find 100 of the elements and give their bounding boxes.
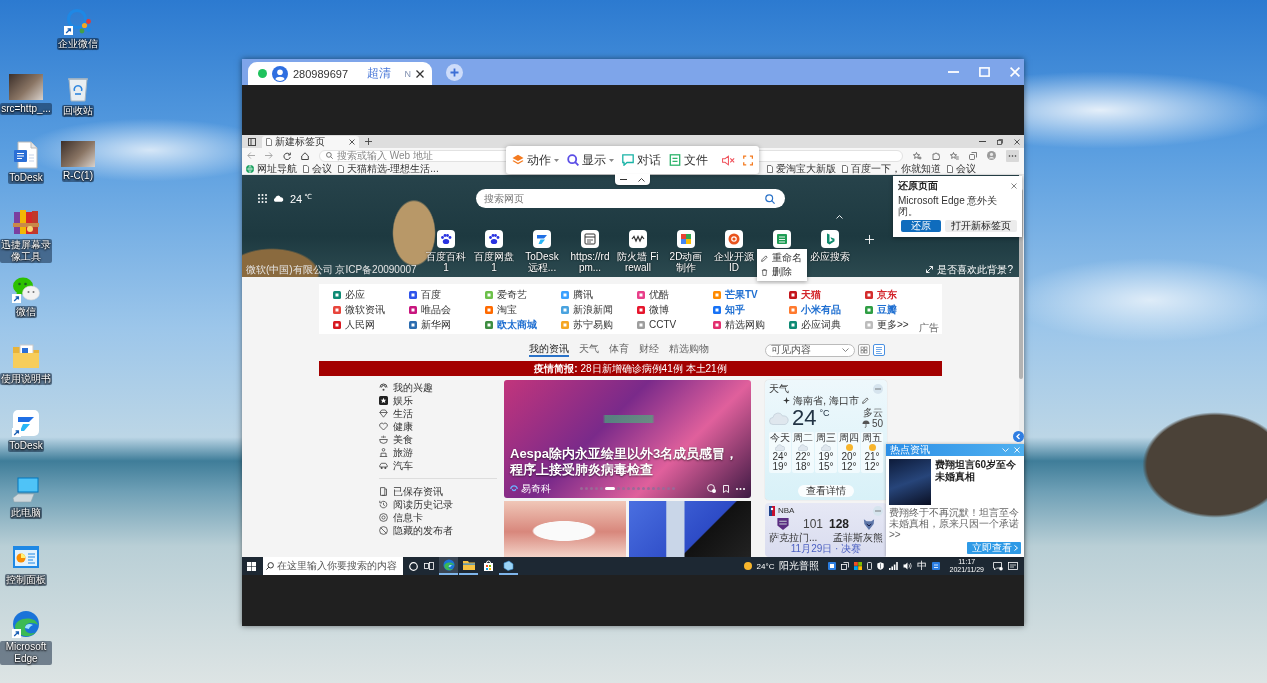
site-link[interactable]: CCTV (637, 317, 677, 332)
feed-tab[interactable]: 我的资讯 (529, 343, 569, 357)
home-icon[interactable] (301, 151, 309, 160)
close-icon[interactable] (349, 139, 355, 145)
site-link[interactable]: 豆瓣 (865, 302, 897, 317)
details-button[interactable]: 查看详情 (798, 485, 854, 497)
back-icon[interactable] (247, 152, 255, 159)
sidebar-item[interactable]: 汽车 (379, 459, 501, 472)
carousel-dot[interactable] (637, 487, 640, 490)
site-link[interactable]: 唯品会 (409, 302, 451, 317)
carousel-dot[interactable] (632, 487, 635, 490)
news-headline[interactable]: 费翔坦言60岁至今未婚真相 (935, 459, 1021, 505)
add-favorite-icon[interactable] (913, 151, 922, 160)
more-icon[interactable] (736, 487, 745, 490)
close-icon[interactable] (1014, 138, 1020, 145)
apps-grid-icon[interactable] (258, 194, 267, 203)
desktop-shortcut[interactable]: 企业微信 (52, 0, 104, 50)
fullscreen-icon[interactable] (742, 154, 753, 166)
sidebar-item[interactable]: 已保存资讯 (379, 485, 501, 498)
carousel-dot[interactable] (590, 487, 593, 490)
maximize-icon[interactable] (979, 67, 990, 77)
site-link[interactable]: 苏宁易购 (561, 317, 613, 332)
favorite-link[interactable]: 爱淘宝大新版 (767, 163, 836, 174)
toolbar-button[interactable]: 文件 (669, 151, 708, 169)
favorite-link[interactable]: 会议 (303, 163, 332, 174)
extension-icon[interactable] (932, 151, 940, 160)
carousel-dot[interactable] (642, 487, 645, 490)
input-method-indicator[interactable]: 中 (917, 559, 928, 573)
app-icon[interactable] (828, 562, 837, 570)
minus-icon[interactable] (620, 179, 628, 180)
desktop-shortcut[interactable]: src=http_... (0, 67, 52, 115)
site-link[interactable]: 爱奇艺 (485, 287, 527, 302)
site-link[interactable]: 欧太商城 (485, 317, 537, 332)
pencil-icon[interactable] (861, 396, 869, 404)
site-link[interactable]: 芒果TV (713, 287, 758, 302)
site-link[interactable]: 百度 (409, 287, 441, 302)
desktop-shortcut[interactable]: 迅捷屏幕录像工具 (0, 201, 52, 263)
tab-actions-icon[interactable] (248, 137, 256, 146)
refresh-icon[interactable] (283, 151, 291, 160)
quick-link[interactable]: ToDesk远程... (521, 230, 563, 273)
feed-tab[interactable]: 财经 (639, 343, 659, 357)
quick-link[interactable]: 百度百科 1 (425, 230, 467, 273)
toolbar-button[interactable]: 动作 (512, 151, 559, 169)
restore-icon[interactable] (997, 138, 1003, 145)
feed-tab[interactable]: 精选购物 (669, 343, 709, 357)
dialog-button[interactable]: 还原 (901, 220, 941, 232)
menu-item[interactable]: 删除 (757, 265, 807, 279)
sidebar-item[interactable]: 隐藏的发布者 (379, 524, 501, 537)
desktop-shortcut[interactable]: 微信 (0, 268, 52, 318)
carousel-dot[interactable] (627, 487, 630, 490)
site-link[interactable]: 优酷 (637, 287, 669, 302)
flag-icon[interactable] (854, 562, 863, 570)
score-card[interactable]: NBA 101 128 萨克拉门... 孟菲斯灰熊 11月29日 · 决赛 (765, 503, 887, 557)
shield-icon[interactable] (877, 562, 885, 570)
feed-tab[interactable]: 天气 (579, 343, 599, 357)
input-icon[interactable] (932, 562, 941, 570)
site-link[interactable]: 新浪新闻 (561, 302, 613, 317)
toolbar-button[interactable]: 显示 (567, 151, 614, 169)
favorite-link[interactable]: 百度一下，你就知道 (842, 163, 941, 174)
comment-icon[interactable] (707, 484, 716, 493)
site-link[interactable]: 知乎 (713, 302, 745, 317)
site-link[interactable]: 必应 (333, 287, 365, 302)
favorite-link[interactable]: 网址导航 (246, 163, 297, 174)
site-link[interactable]: 微博 (637, 302, 669, 317)
desktop-shortcut[interactable]: Microsoft Edge (0, 603, 52, 665)
desktop-shortcut[interactable]: 回收站 (52, 67, 104, 117)
quick-link[interactable]: 2D动画制作 (665, 230, 707, 273)
desktop-shortcut[interactable]: ToDesk (0, 402, 52, 452)
desktop-shortcut[interactable]: 使用说明书 (0, 335, 52, 385)
carousel-dot[interactable] (585, 487, 588, 490)
plus-icon[interactable] (365, 138, 372, 145)
forward-icon[interactable] (265, 152, 273, 159)
search-field[interactable]: 搜索网页 (476, 189, 785, 208)
list-layout-icon[interactable] (873, 344, 885, 356)
carousel-dot[interactable] (617, 487, 620, 490)
grid-layout-icon[interactable] (858, 344, 870, 356)
sidebar-item[interactable]: 娱乐 (379, 394, 501, 407)
collections-icon[interactable] (969, 151, 977, 160)
site-link[interactable]: 更多>> (865, 317, 909, 332)
sidebar-item[interactable]: 美食 (379, 433, 501, 446)
carousel-dot[interactable] (622, 487, 625, 490)
volume-icon[interactable] (903, 562, 913, 570)
content-filter-dropdown[interactable]: 可见内容 (765, 343, 855, 357)
news-card[interactable]: Aespa除内永亚绘里以外3名成员感冒，程序上接受肺炎病毒检查 易奇科 (504, 380, 751, 498)
chevron-left-icon[interactable] (1013, 431, 1024, 442)
message-icon[interactable] (993, 561, 1003, 571)
carousel-dot[interactable] (580, 487, 583, 490)
copy-icon[interactable] (841, 562, 850, 570)
search-icon[interactable] (765, 193, 775, 204)
taskbar-search-field[interactable]: 在这里输入你要搜索的内容 (263, 557, 403, 575)
site-link[interactable]: 腾讯 (561, 287, 593, 302)
quick-link[interactable]: 必应搜索 (809, 230, 851, 262)
profile-icon[interactable] (987, 151, 996, 160)
site-link[interactable]: 京东 (865, 287, 897, 302)
site-link[interactable]: 天猫 (789, 287, 821, 302)
desktop-shortcut[interactable]: 控制面板 (0, 536, 52, 586)
site-link[interactable]: 新华网 (409, 317, 451, 332)
chevron-up-icon[interactable] (637, 177, 645, 182)
desktop-shortcut[interactable]: ToDesk (0, 134, 52, 184)
carousel-dot[interactable] (647, 487, 650, 490)
